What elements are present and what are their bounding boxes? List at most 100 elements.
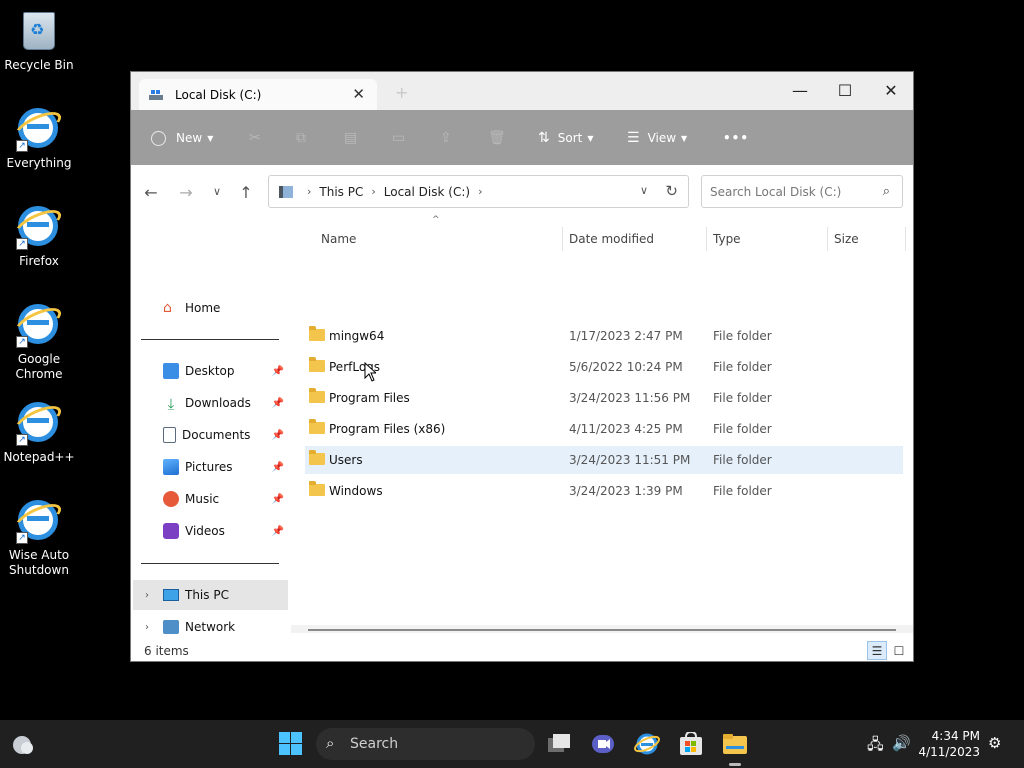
tab-bar: Local Disk (C:) ✕ + — ☐ ✕ (131, 72, 913, 110)
microsoft-store-icon[interactable] (678, 732, 704, 756)
address-dropdown-button[interactable]: ∨ (640, 184, 648, 197)
file-row-windows[interactable]: Windows 3/24/2023 1:39 PM File folder (305, 477, 903, 505)
nav-item-label: Desktop (185, 364, 235, 378)
file-type: File folder (713, 484, 772, 498)
breadcrumb-separator: › (307, 185, 312, 198)
horizontal-scrollbar-thumb[interactable] (308, 629, 896, 631)
back-button[interactable]: ← (141, 183, 161, 202)
item-count: 6 items (144, 644, 189, 658)
new-button[interactable]: New ▼ (151, 127, 213, 149)
weather-icon[interactable] (10, 733, 36, 757)
network-status-icon[interactable]: 🖧 (867, 734, 884, 759)
volume-icon[interactable]: 🔊 (892, 734, 911, 752)
more-options-button[interactable]: ••• (723, 127, 749, 149)
expand-chevron-icon[interactable]: › (145, 622, 149, 633)
nav-item-network[interactable]: › Network (133, 612, 288, 642)
file-row-program-files-x86[interactable]: Program Files (x86) 4/11/2023 4:25 PM Fi… (305, 415, 903, 443)
file-explorer-icon[interactable] (722, 732, 748, 756)
taskbar: ⌕ Search 🖧 🔊 4:34 PM 4/11/2023 ⚙ (0, 720, 1024, 768)
refresh-button[interactable]: ↻ (665, 182, 678, 200)
copy-button[interactable]: ⧉ (296, 127, 306, 149)
tab-title: Local Disk (C:) (175, 87, 262, 102)
nav-divider (141, 339, 279, 340)
desktop-icon-google-chrome[interactable]: ↗ Google Chrome (0, 302, 78, 382)
recent-locations-button[interactable]: ∨ (207, 185, 227, 198)
task-view-icon[interactable] (546, 732, 572, 756)
pin-icon[interactable]: 📌 (272, 366, 284, 377)
home-icon: ⌂ (163, 300, 172, 316)
large-icons-view-button[interactable]: ☐ (889, 641, 909, 660)
column-header-type[interactable]: Type (713, 229, 741, 249)
nav-item-pictures[interactable]: Pictures 📌 (163, 452, 288, 482)
pin-icon[interactable]: 📌 (272, 430, 284, 441)
nav-item-music[interactable]: Music 📌 (163, 484, 288, 514)
nav-item-documents[interactable]: Documents 📌 (163, 420, 288, 450)
cut-button[interactable]: ✂ (249, 127, 261, 149)
sort-button[interactable]: ⇅ Sort ▼ (538, 127, 594, 149)
notifications-icon[interactable]: ⚙ (988, 734, 1001, 752)
desktop-icon-recycle-bin[interactable]: Recycle Bin (0, 8, 78, 73)
breadcrumb-local-disk[interactable]: Local Disk (C:) (384, 185, 470, 199)
pin-icon[interactable]: 📌 (272, 526, 284, 537)
forward-button[interactable]: → (176, 183, 196, 202)
taskbar-clock[interactable]: 4:34 PM 4/11/2023 (918, 728, 980, 760)
desktop-icon-notepad-plus-plus[interactable]: ↗ Notepad++ (0, 400, 78, 465)
view-label: View (647, 131, 677, 145)
file-type: File folder (713, 453, 772, 467)
windows-start-icon[interactable] (278, 732, 304, 756)
close-button[interactable]: ✕ (868, 76, 914, 104)
nav-item-videos[interactable]: Videos 📌 (163, 516, 288, 546)
search-input[interactable]: Search Local Disk (C:) ⌕ (701, 175, 903, 208)
navigation-pane: ⌂ Home Desktop 📌 ⤓ Downloads 📌 Documents… (131, 221, 290, 634)
internet-explorer-icon[interactable] (634, 732, 660, 756)
nav-item-this-pc[interactable]: › This PC (133, 580, 288, 610)
taskbar-search-box[interactable]: ⌕ Search (316, 728, 535, 760)
rename-button[interactable]: ▭ (392, 127, 405, 149)
details-view-button[interactable]: ☰ (867, 641, 887, 660)
file-row-users[interactable]: Users 3/24/2023 11:51 PM File folder (305, 446, 903, 474)
file-date: 4/11/2023 4:25 PM (569, 422, 683, 436)
column-separator[interactable] (706, 227, 707, 251)
column-separator[interactable] (562, 227, 563, 251)
column-header-name[interactable]: Name (321, 229, 356, 249)
desktop-icon (163, 363, 179, 379)
desktop-icon-firefox[interactable]: ↗ Firefox (0, 204, 78, 269)
pin-icon[interactable]: 📌 (272, 462, 284, 473)
view-button[interactable]: ☰ View ▼ (627, 127, 687, 149)
desktop-icon-wise-auto-shutdown[interactable]: ↗ Wise Auto Shutdown (0, 498, 78, 578)
desktop-icon-everything[interactable]: ↗ Everything (0, 106, 78, 171)
tab-close-button[interactable]: ✕ (352, 85, 365, 103)
teams-chat-icon[interactable] (590, 732, 616, 756)
clock-time: 4:34 PM (931, 729, 980, 743)
file-list: ^ Name Date modified Type Size mingw64 1… (291, 215, 913, 633)
tab-local-disk[interactable]: Local Disk (C:) ✕ (139, 79, 377, 110)
breadcrumb-this-pc[interactable]: This PC (319, 185, 363, 199)
file-row-perflogs[interactable]: PerfLogs 5/6/2022 10:24 PM File folder (305, 353, 903, 381)
delete-button[interactable]: 🗑 (488, 127, 506, 149)
sort-ascending-icon: ^ (432, 215, 440, 225)
column-separator[interactable] (827, 227, 828, 251)
column-header-size[interactable]: Size (834, 229, 859, 249)
nav-item-downloads[interactable]: ⤓ Downloads 📌 (163, 388, 288, 418)
expand-chevron-icon[interactable]: › (145, 590, 149, 601)
file-type: File folder (713, 360, 772, 374)
pin-icon[interactable]: 📌 (272, 398, 284, 409)
maximize-button[interactable]: ☐ (822, 76, 868, 104)
command-bar: New ▼ ✂ ⧉ ▤ ▭ ⇪ 🗑 ⇅ Sort ▼ ☰ View ▼ ••• (131, 110, 913, 165)
minimize-button[interactable]: — (777, 76, 823, 104)
new-tab-button[interactable]: + (395, 83, 408, 102)
folder-icon (309, 388, 325, 403)
chevron-down-icon: ▼ (207, 133, 214, 143)
network-icon (163, 620, 179, 634)
paste-button[interactable]: ▤ (344, 127, 357, 149)
pin-icon[interactable]: 📌 (272, 494, 284, 505)
column-separator[interactable] (905, 227, 906, 251)
file-row-program-files[interactable]: Program Files 3/24/2023 11:56 PM File fo… (305, 384, 903, 412)
nav-item-desktop[interactable]: Desktop 📌 (163, 356, 288, 386)
up-button[interactable]: ↑ (236, 183, 256, 202)
share-button[interactable]: ⇪ (440, 127, 452, 149)
column-header-date[interactable]: Date modified (569, 229, 654, 249)
address-bar[interactable]: › This PC › Local Disk (C:) › ∨ ↻ (268, 175, 689, 208)
address-row: ← → ∨ ↑ › This PC › Local Disk (C:) › ∨ … (131, 165, 913, 221)
file-row-mingw64[interactable]: mingw64 1/17/2023 2:47 PM File folder (305, 322, 903, 350)
